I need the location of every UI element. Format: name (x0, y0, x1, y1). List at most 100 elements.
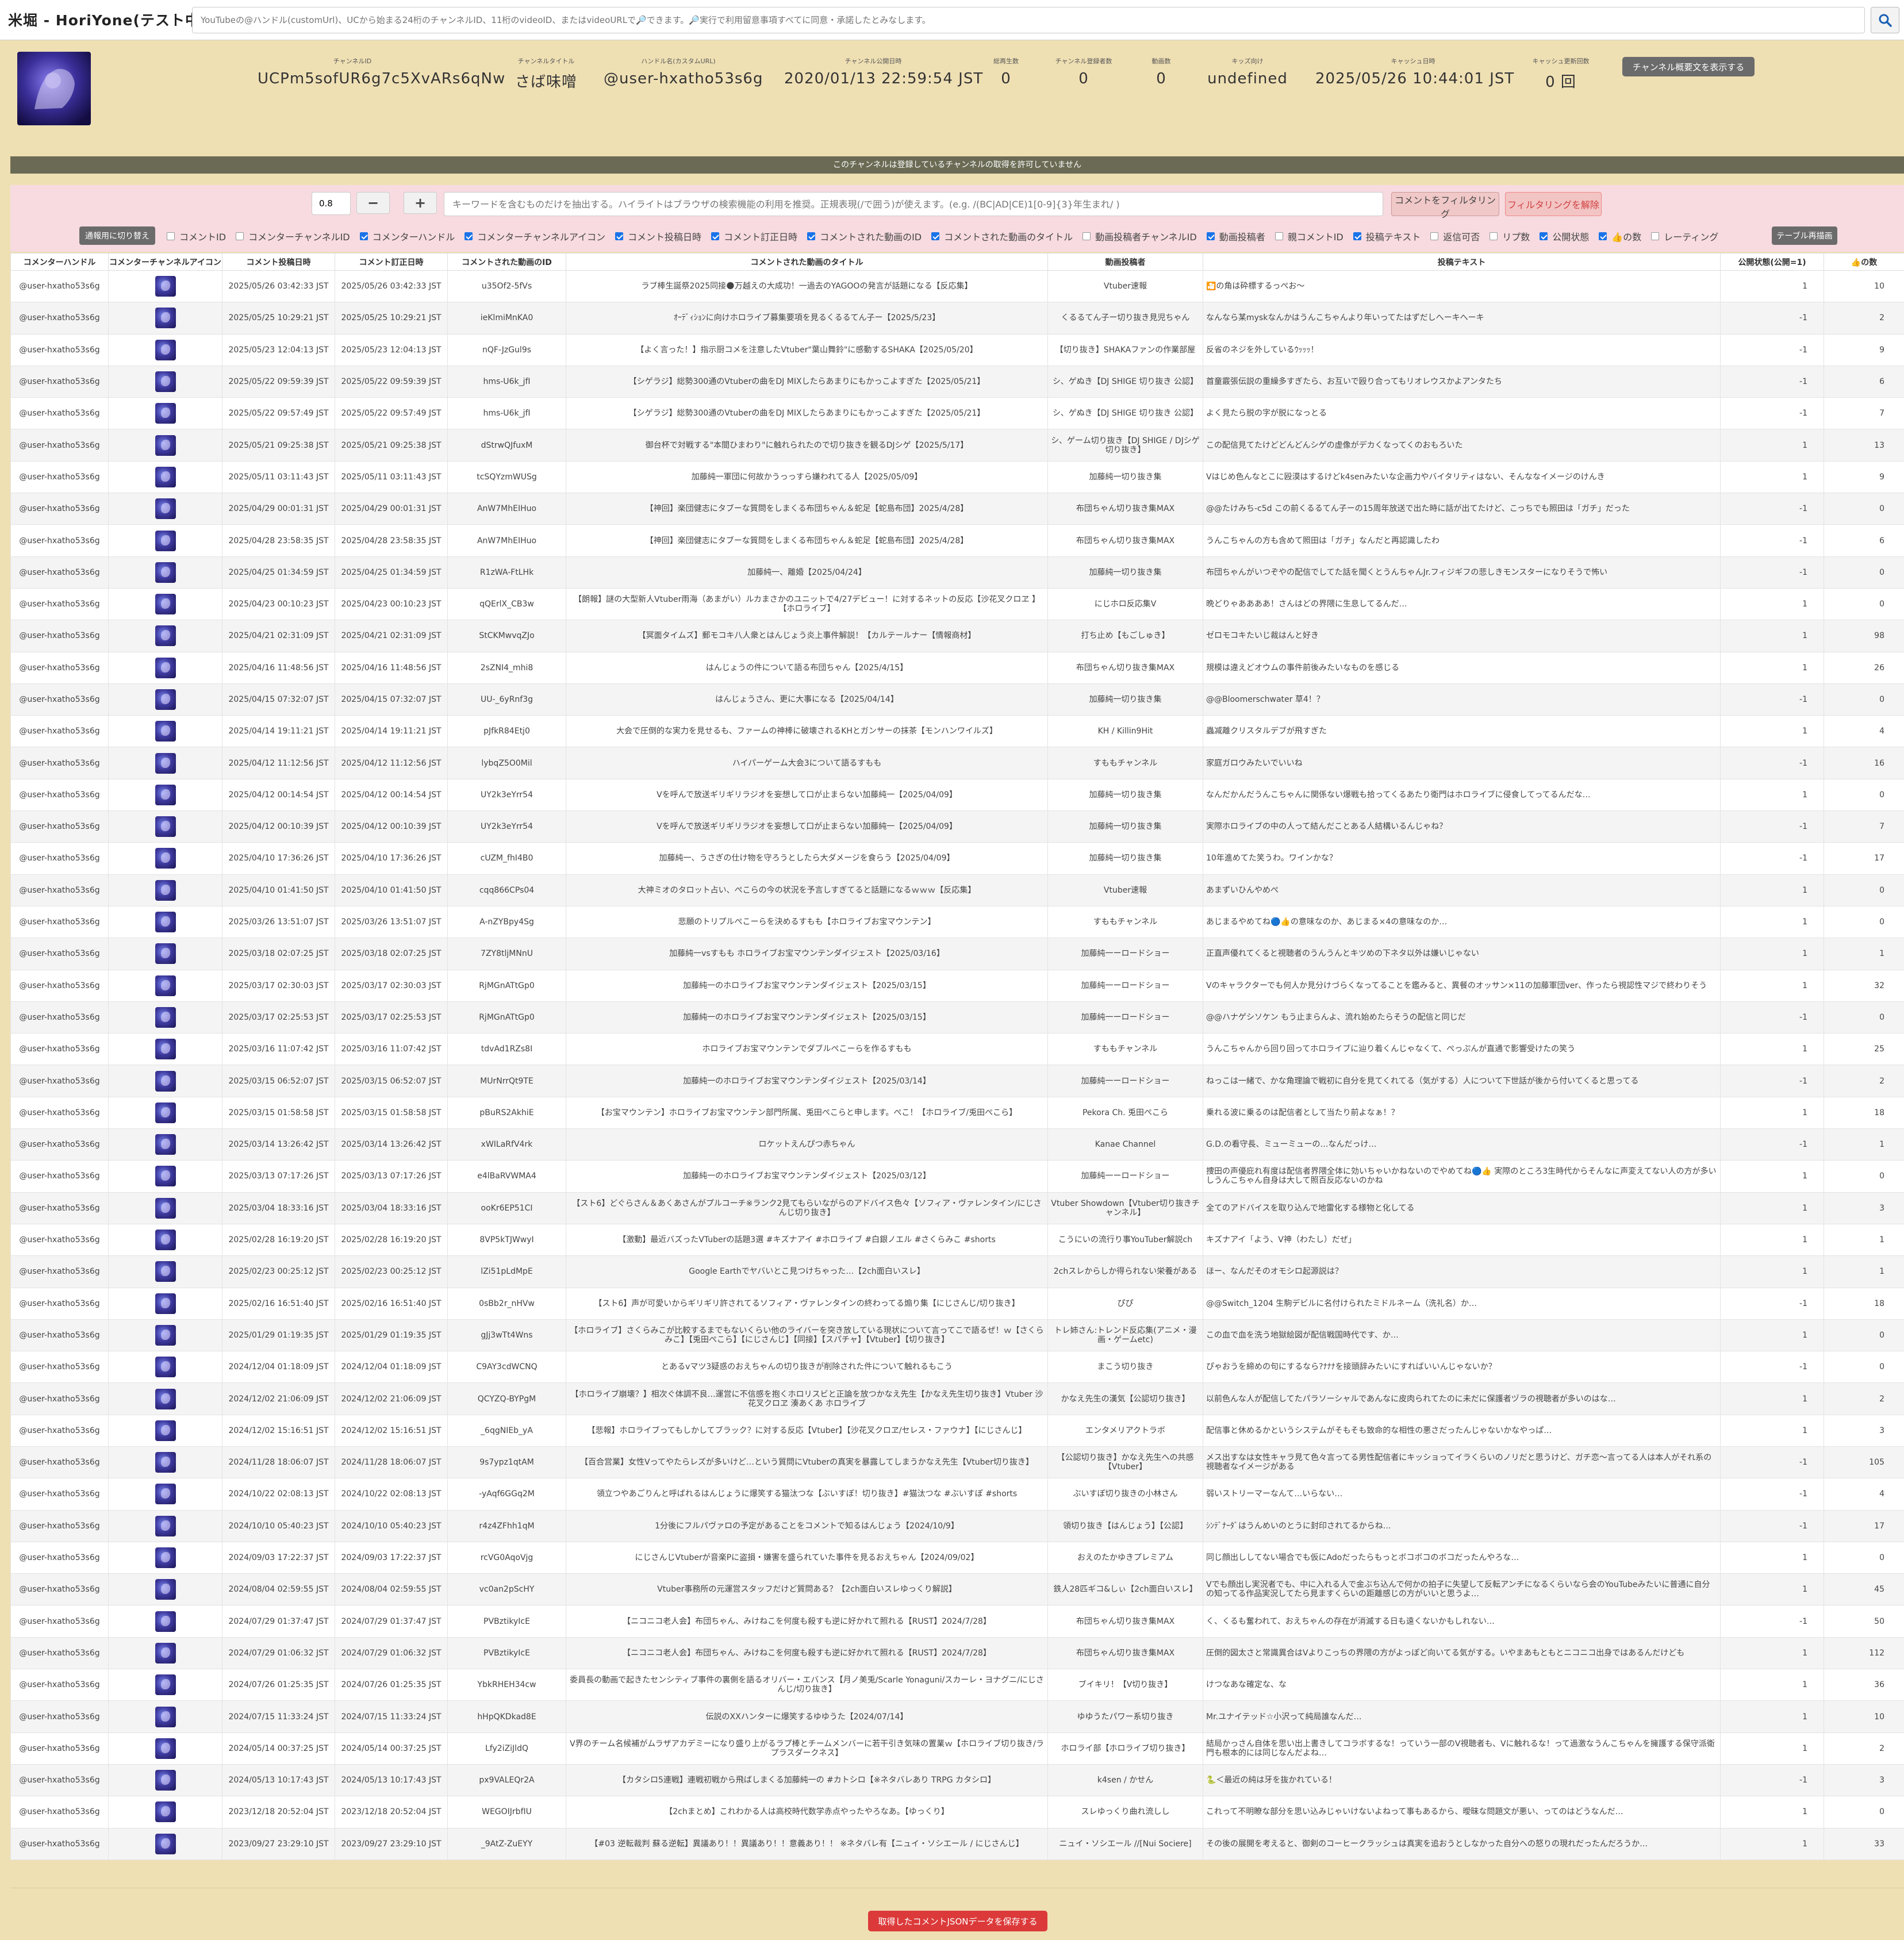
column-toggle[interactable]: コメンターハンドル (359, 229, 455, 243)
channel-icon[interactable] (155, 1547, 176, 1569)
column-toggle[interactable]: コメンターチャンネルアイコン (465, 229, 605, 243)
channel-icon[interactable] (155, 625, 176, 647)
channel-icon[interactable] (155, 848, 176, 869)
channel-icon[interactable] (155, 276, 176, 297)
channel-icon[interactable] (155, 975, 176, 996)
checkbox[interactable] (615, 232, 624, 240)
column-toggle[interactable]: 親コメントID (1275, 229, 1343, 243)
channel-icon[interactable] (155, 308, 176, 329)
column-toggle[interactable]: 公開状態 (1540, 229, 1589, 243)
channel-icon[interactable] (155, 1706, 176, 1727)
column-header[interactable]: コメントされた動画のタイトル (566, 253, 1048, 271)
channel-icon[interactable] (155, 943, 176, 965)
channel-icon[interactable] (155, 1261, 176, 1282)
channel-icon[interactable] (155, 752, 176, 774)
channel-icon[interactable] (155, 371, 176, 393)
channel-icon[interactable] (155, 1801, 176, 1823)
channel-icon[interactable] (155, 1102, 176, 1123)
column-toggle[interactable]: 投稿テキスト (1353, 229, 1421, 243)
checkbox[interactable] (167, 232, 175, 240)
channel-icon[interactable] (155, 1611, 176, 1632)
column-header[interactable]: コメントされた動画のID (447, 253, 566, 271)
column-toggle[interactable]: 動画投稿者 (1206, 229, 1265, 243)
column-header[interactable]: コメンターハンドル (10, 253, 109, 271)
channel-icon[interactable] (155, 721, 176, 742)
channel-icon[interactable] (155, 912, 176, 933)
column-toggle[interactable]: コメント投稿日時 (615, 229, 701, 243)
column-toggle[interactable]: コメントされた動画のID (807, 229, 922, 243)
checkbox[interactable] (1275, 232, 1283, 240)
checkbox[interactable] (1651, 232, 1660, 240)
column-toggle[interactable]: コメンターチャンネルID (236, 229, 350, 243)
channel-search-input[interactable] (192, 7, 1865, 33)
checkbox[interactable] (465, 232, 473, 240)
channel-icon[interactable] (155, 1452, 176, 1473)
column-header[interactable]: 投稿テキスト (1203, 253, 1721, 271)
checkbox[interactable] (1082, 232, 1091, 240)
channel-icon[interactable] (155, 1134, 176, 1155)
channel-icon[interactable] (155, 594, 176, 615)
channel-icon[interactable] (155, 1070, 176, 1092)
channel-icon[interactable] (155, 339, 176, 360)
checkbox[interactable] (931, 232, 940, 240)
checkbox[interactable] (807, 232, 816, 240)
checkbox[interactable] (359, 232, 368, 240)
channel-icon[interactable] (155, 1738, 176, 1759)
column-toggle[interactable]: 返信可否 (1430, 229, 1480, 243)
channel-icon[interactable] (155, 1642, 176, 1664)
decrement-button[interactable]: − (356, 192, 390, 214)
column-header[interactable]: コメント訂正日時 (335, 253, 448, 271)
increment-button[interactable]: + (404, 192, 437, 214)
channel-icon[interactable] (155, 1515, 176, 1536)
column-toggle[interactable]: レーティング (1651, 229, 1718, 243)
channel-icon[interactable] (155, 562, 176, 583)
save-json-button[interactable]: 取得したコメントJSONデータを保存する (868, 1911, 1047, 1931)
channel-icon[interactable] (155, 1770, 176, 1791)
channel-icon[interactable] (155, 657, 176, 678)
channel-icon[interactable] (155, 1420, 176, 1441)
channel-icon[interactable] (155, 1039, 176, 1060)
column-toggle[interactable]: リプ数 (1490, 229, 1530, 243)
column-toggle[interactable]: コメントID (167, 229, 226, 243)
column-header[interactable]: コメント投稿日時 (222, 253, 335, 271)
channel-icon[interactable] (155, 689, 176, 710)
channel-icon[interactable] (155, 1357, 176, 1378)
filter-comments-button[interactable]: コメントをフィルタリング (1391, 192, 1499, 220)
channel-icon[interactable] (155, 530, 176, 551)
search-button[interactable] (1871, 7, 1899, 33)
column-toggle[interactable]: 動画投稿者チャンネルID (1082, 229, 1197, 243)
channel-icon[interactable] (155, 1579, 176, 1600)
channel-icon[interactable] (155, 466, 176, 487)
clear-filter-button[interactable]: フィルタリングを解除 (1505, 192, 1602, 216)
checkbox[interactable] (1206, 232, 1215, 240)
channel-icon[interactable] (155, 784, 176, 805)
column-toggle[interactable]: 👍の数 (1599, 229, 1641, 243)
column-header[interactable]: 公開状態(公開=1) (1720, 253, 1824, 271)
channel-icon[interactable] (155, 816, 176, 838)
channel-icon[interactable] (155, 1166, 176, 1187)
channel-icon[interactable] (155, 1230, 176, 1251)
column-toggle[interactable]: コメント訂正日時 (711, 229, 797, 243)
checkbox[interactable] (1490, 232, 1498, 240)
checkbox[interactable] (1430, 232, 1439, 240)
channel-icon[interactable] (155, 1324, 176, 1346)
redraw-table-button[interactable]: テーブル再描画 (1772, 226, 1837, 245)
channel-icon[interactable] (155, 1007, 176, 1028)
report-mode-toggle[interactable]: 通報用に切り替え (79, 226, 155, 245)
channel-icon[interactable] (155, 879, 176, 901)
channel-icon[interactable] (155, 403, 176, 424)
threshold-input[interactable] (312, 192, 351, 215)
channel-icon[interactable] (155, 1833, 176, 1854)
checkbox[interactable] (711, 232, 720, 240)
channel-icon[interactable] (155, 1197, 176, 1219)
column-header[interactable]: 動画投稿者 (1047, 253, 1203, 271)
channel-icon[interactable] (155, 435, 176, 456)
channel-icon[interactable] (155, 1293, 176, 1314)
channel-icon[interactable] (155, 1388, 176, 1409)
column-toggle[interactable]: コメントされた動画のタイトル (931, 229, 1073, 243)
keyword-filter-input[interactable] (444, 192, 1383, 216)
checkbox[interactable] (1599, 232, 1607, 240)
column-header[interactable]: コメンターチャンネルアイコン (108, 253, 222, 271)
show-description-button[interactable]: チャンネル概要文を表示する (1622, 57, 1755, 76)
checkbox[interactable] (1353, 232, 1361, 240)
